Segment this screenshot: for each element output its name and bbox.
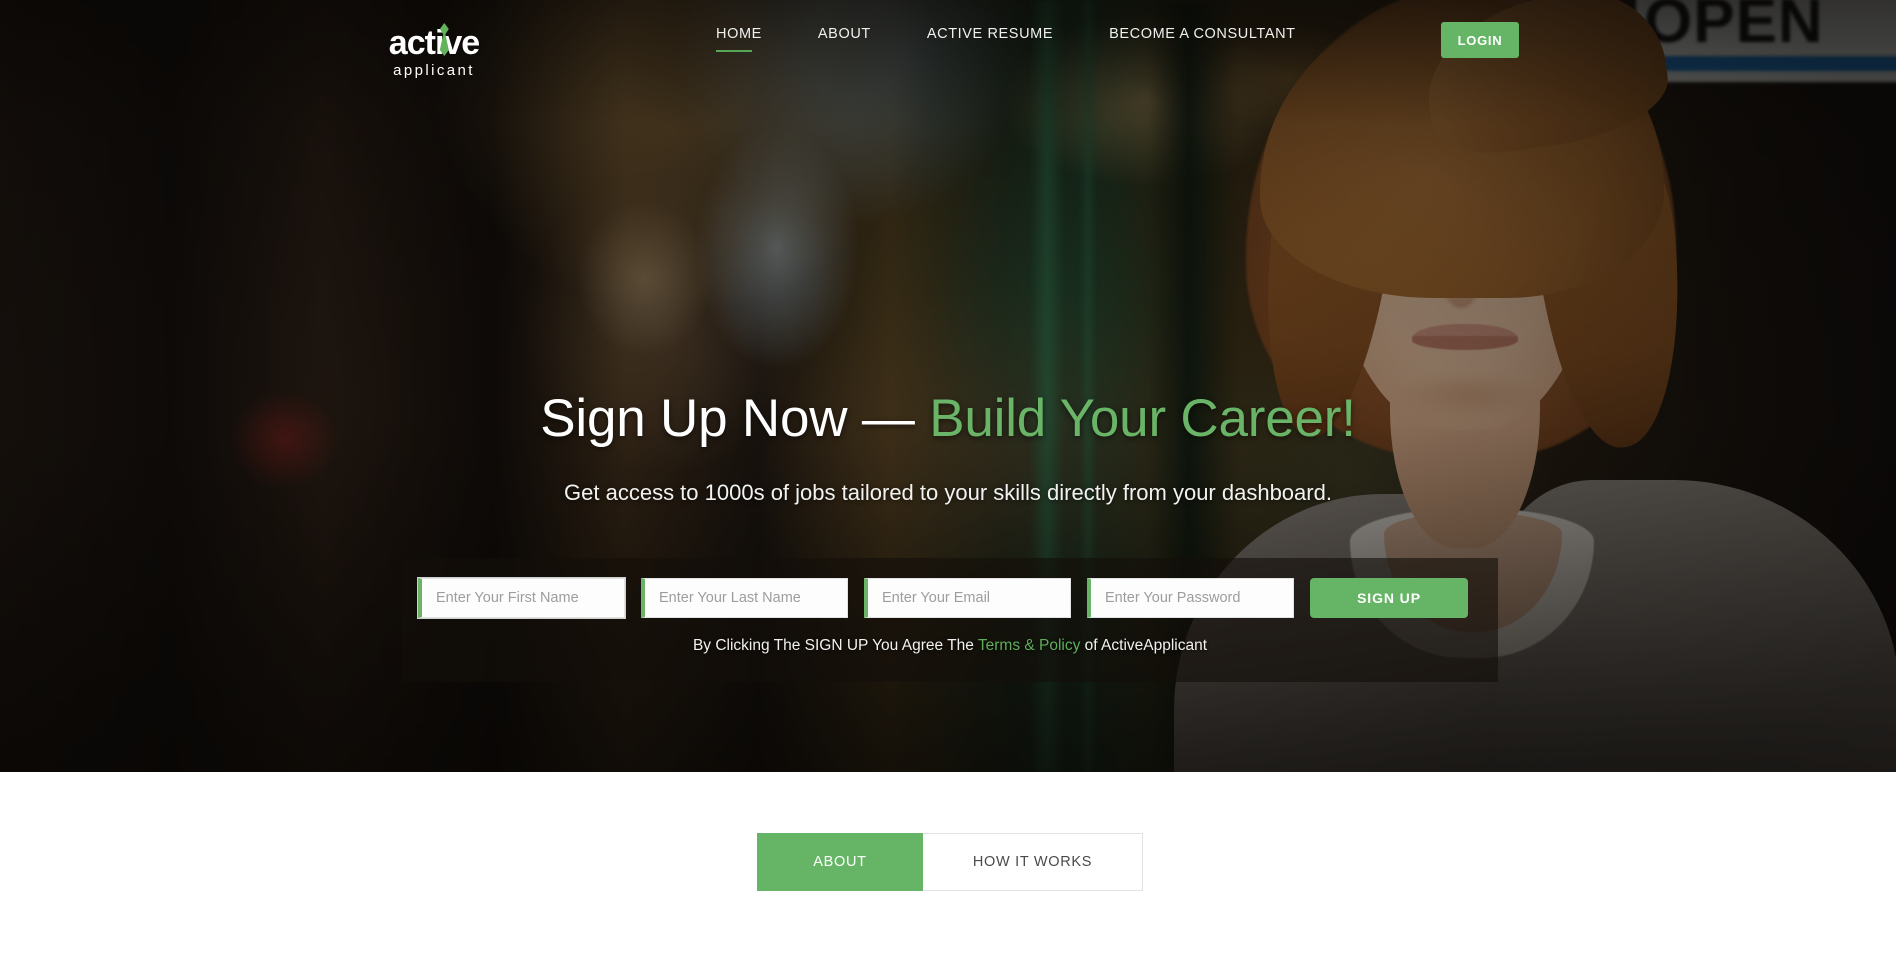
nav-item-about[interactable]: ABOUT <box>790 26 899 52</box>
tab-how-it-works[interactable]: HOW IT WORKS <box>923 833 1143 891</box>
password-field[interactable] <box>1087 578 1294 618</box>
email-field[interactable] <box>864 578 1071 618</box>
logo-word: active <box>388 24 480 62</box>
content-tabs: ABOUT HOW IT WORKS <box>757 833 1143 891</box>
hero-headline-primary: Sign Up Now — <box>540 389 930 448</box>
first-name-input[interactable] <box>422 579 624 617</box>
signup-panel: SIGN UP By Clicking The SIGN UP You Agre… <box>402 558 1498 682</box>
primary-navigation: HOME ABOUT ACTIVE RESUME BECOME A CONSUL… <box>716 26 1324 52</box>
logo-subword: applicant <box>393 62 475 79</box>
terms-suffix: of ActiveApplicant <box>1080 637 1208 654</box>
terms-notice: By Clicking The SIGN UP You Agree The Te… <box>402 637 1498 655</box>
terms-and-policy-link[interactable]: Terms & Policy <box>978 637 1081 654</box>
nav-item-active-resume[interactable]: ACTIVE RESUME <box>899 26 1081 52</box>
tab-about[interactable]: ABOUT <box>757 833 923 891</box>
hero-subheadline: Get access to 1000s of jobs tailored to … <box>564 480 1332 505</box>
hero-section: OPEN active <box>0 0 1896 772</box>
tabs-section: ABOUT HOW IT WORKS <box>0 772 1896 970</box>
email-input[interactable] <box>868 579 1070 617</box>
login-button[interactable]: LOGIN <box>1441 22 1519 58</box>
logo-wordmark: active <box>388 23 480 62</box>
signup-form-row: SIGN UP <box>418 578 1468 618</box>
password-input[interactable] <box>1091 579 1293 617</box>
nav-item-become-a-consultant[interactable]: BECOME A CONSULTANT <box>1081 26 1324 52</box>
first-name-field[interactable] <box>418 578 625 618</box>
sign-up-button[interactable]: SIGN UP <box>1310 578 1468 618</box>
last-name-input[interactable] <box>645 579 847 617</box>
site-logo[interactable]: active applicant <box>368 23 500 79</box>
terms-prefix: By Clicking The SIGN UP You Agree The <box>692 637 978 654</box>
site-header: active applicant HOME ABOUT ACTIVE RESUM… <box>0 0 1896 82</box>
last-name-field[interactable] <box>641 578 848 618</box>
hero-headline: Sign Up Now — Build Your Career! <box>0 388 1896 449</box>
hero-headline-accent: Build Your Career! <box>929 389 1356 448</box>
nav-item-home[interactable]: HOME <box>716 26 790 52</box>
